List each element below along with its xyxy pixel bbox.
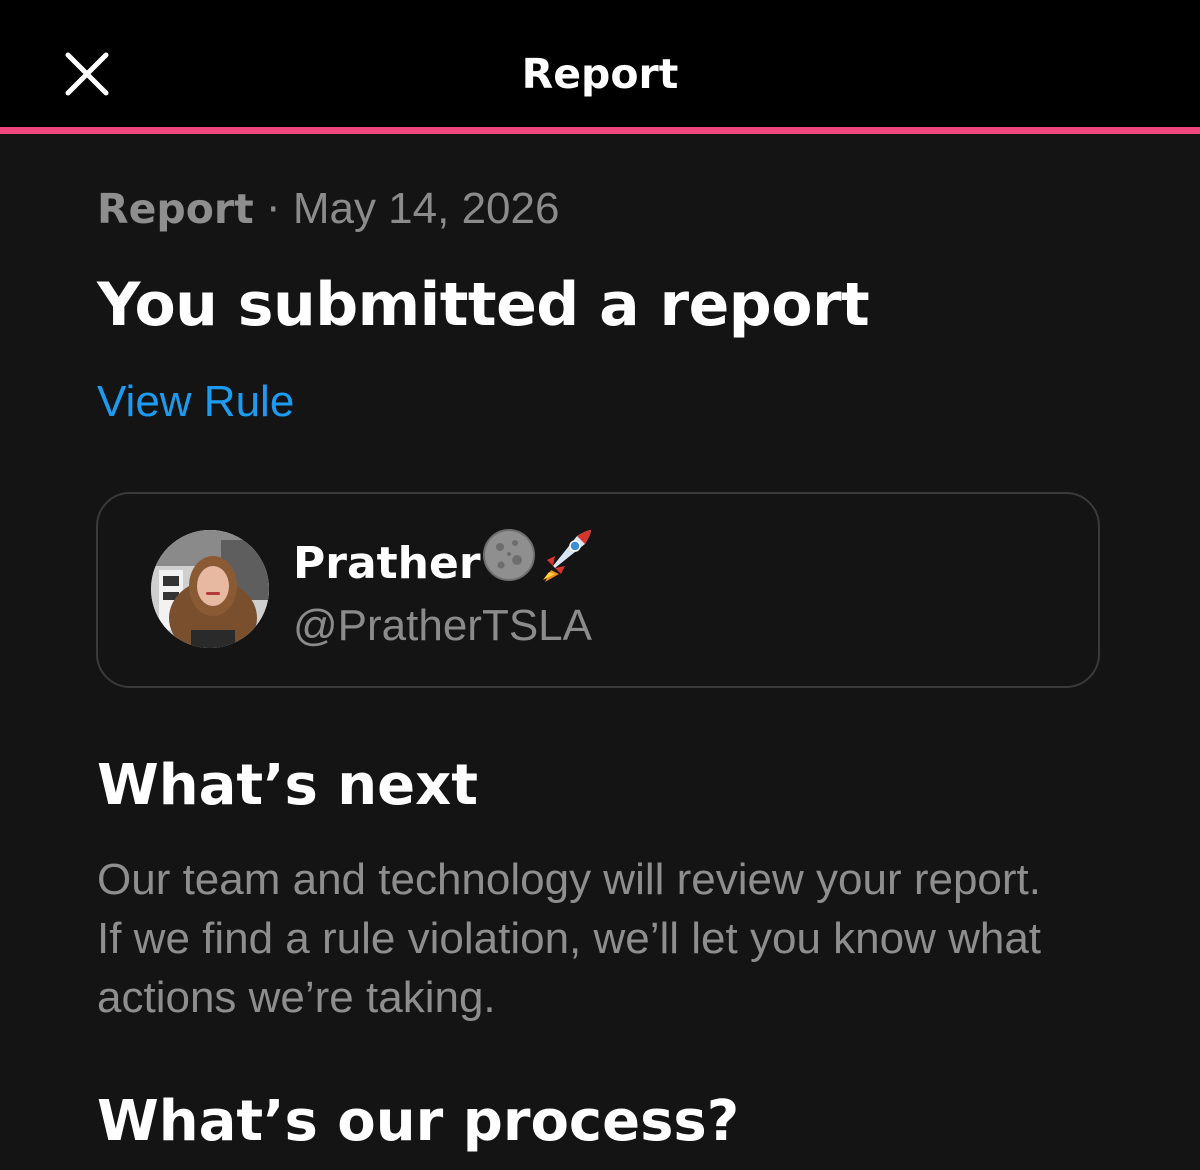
moon-icon xyxy=(481,527,537,597)
rocket-icon xyxy=(537,526,595,598)
process-heading: What’s our process? xyxy=(97,1089,740,1154)
display-name-text: Prather xyxy=(293,538,481,589)
report-headline: You submitted a report xyxy=(97,270,870,340)
view-rule-link[interactable]: View Rule xyxy=(97,374,294,430)
reported-user-card[interactable]: Prather @PratherTSLA xyxy=(96,492,1100,688)
whats-next-body: Our team and technology will review your… xyxy=(97,855,1042,1022)
whats-next-heading: What’s next xyxy=(97,753,479,818)
meta-separator: · xyxy=(253,185,293,233)
report-meta-label: Report xyxy=(97,185,254,233)
user-handle: @PratherTSLA xyxy=(293,601,592,650)
report-meta: Report · May 14, 2026 xyxy=(97,183,559,235)
avatar xyxy=(151,530,269,648)
top-bar: Report xyxy=(0,0,1200,127)
report-date: May 14, 2026 xyxy=(292,184,560,233)
accent-divider xyxy=(0,127,1200,134)
page-title: Report xyxy=(521,50,679,98)
display-name: Prather xyxy=(293,529,595,598)
